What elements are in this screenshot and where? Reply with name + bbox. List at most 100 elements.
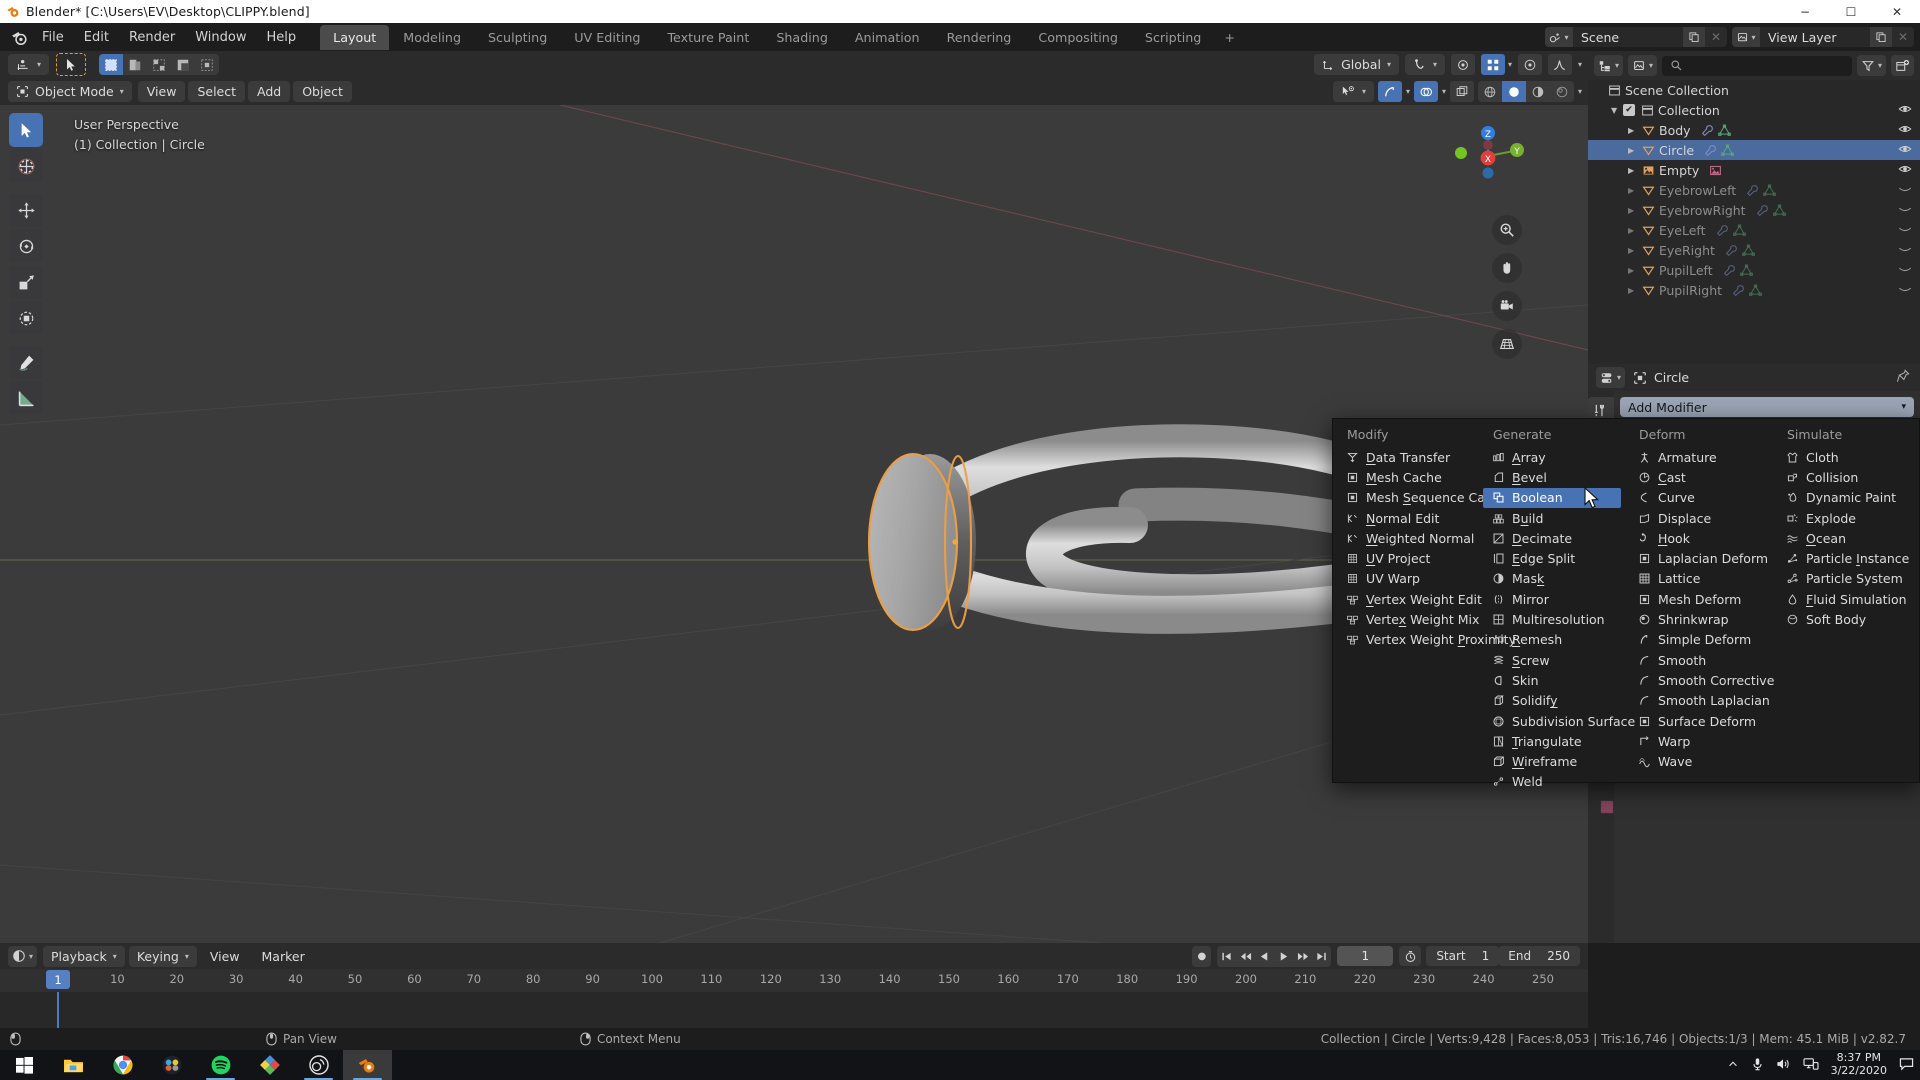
microphone-icon[interactable] bbox=[1751, 1057, 1764, 1074]
modifier-item-warp[interactable]: Warp bbox=[1629, 731, 1769, 751]
workspace-tab-sculpting[interactable]: Sculpting bbox=[475, 25, 560, 50]
outliner-row-circle[interactable]: ▶ Circle bbox=[1588, 140, 1920, 160]
modifier-item-smooth-laplacian[interactable]: Smooth Laplacian bbox=[1629, 691, 1770, 711]
topbar-menu-help[interactable]: Help bbox=[257, 27, 307, 48]
tweak-select-tool[interactable] bbox=[9, 113, 43, 147]
obs-icon[interactable] bbox=[294, 1050, 343, 1080]
volume-icon[interactable] bbox=[1776, 1057, 1791, 1074]
timeline-track-area[interactable] bbox=[0, 992, 1588, 1028]
select-extend-mode[interactable] bbox=[123, 54, 147, 75]
scale-tool[interactable] bbox=[9, 265, 43, 299]
disclosure-triangle-icon[interactable]: ▶ bbox=[1628, 286, 1640, 295]
maximize-button[interactable]: ☐ bbox=[1828, 0, 1874, 23]
select-intersect-mode[interactable] bbox=[195, 54, 219, 75]
disclosure-triangle-icon[interactable]: ▶ bbox=[1628, 226, 1640, 235]
chevron-up-icon[interactable] bbox=[1727, 1058, 1739, 1073]
meshdata-icon[interactable] bbox=[1717, 124, 1731, 137]
tool-settings-dropdown[interactable]: ▾ bbox=[8, 54, 50, 75]
snap-target-icon[interactable] bbox=[1517, 54, 1542, 75]
new-collection-button[interactable] bbox=[1891, 55, 1914, 76]
timeline-menu-keying[interactable]: Keying ▾ bbox=[128, 945, 197, 967]
disclosure-triangle-icon[interactable]: ▶ bbox=[1628, 246, 1640, 255]
timeline-menu-marker[interactable]: Marker bbox=[253, 946, 314, 967]
workspace-tab-texture-paint[interactable]: Texture Paint bbox=[654, 25, 762, 50]
add-modifier-menu[interactable]: Modify Data Transfer Mesh Cache Mesh Sequen… bbox=[1332, 418, 1920, 789]
move-tool[interactable] bbox=[9, 193, 43, 227]
timeline-menu-view[interactable]: View bbox=[201, 946, 249, 967]
workspace-tab-modeling[interactable]: Modeling bbox=[390, 25, 474, 50]
viewport-menu-view[interactable]: View bbox=[137, 81, 186, 102]
wireframe-shading[interactable] bbox=[1478, 81, 1502, 102]
outliner-row-scene-collection[interactable]: Scene Collection bbox=[1588, 80, 1920, 100]
workspace-tab-animation[interactable]: Animation bbox=[842, 25, 933, 50]
rotate-tool[interactable] bbox=[9, 229, 43, 263]
next-keyframe-button[interactable] bbox=[1293, 946, 1312, 967]
record-icon[interactable]: ● bbox=[1192, 946, 1211, 967]
outliner-row-eyebrowleft[interactable]: ▶ EyebrowLeft bbox=[1588, 180, 1920, 200]
modifier-item-edge-split[interactable]: Edge Split bbox=[1483, 548, 1621, 568]
timeline-menu-playback[interactable]: Playback ▾ bbox=[43, 945, 125, 967]
wrench-icon[interactable] bbox=[1723, 264, 1736, 277]
workspace-tab-compositing[interactable]: Compositing bbox=[1025, 25, 1131, 50]
transform-orientation-dropdown[interactable]: Global ▾ bbox=[1314, 54, 1399, 75]
timeline-playhead[interactable]: 1 bbox=[46, 970, 70, 989]
modifier-item-particle-system[interactable]: Particle System bbox=[1777, 569, 1909, 589]
outliner-row-pupilleft[interactable]: ▶ PupilLeft bbox=[1588, 260, 1920, 280]
camera-icon[interactable] bbox=[1492, 291, 1522, 321]
wrench-icon[interactable] bbox=[1756, 204, 1769, 217]
topbar-menu-file[interactable]: File bbox=[32, 27, 74, 48]
outliner-row-pupilright[interactable]: ▶ PupilRight bbox=[1588, 280, 1920, 300]
viewport-menu-object[interactable]: Object bbox=[293, 81, 352, 102]
new-viewlayer-button[interactable] bbox=[1870, 27, 1892, 47]
modifier-item-mask[interactable]: Mask bbox=[1483, 569, 1621, 589]
unlink-scene-button[interactable]: ✕ bbox=[1705, 27, 1727, 47]
grid-icon[interactable] bbox=[1492, 329, 1522, 359]
wrench-icon[interactable] bbox=[1716, 224, 1729, 237]
outliner-row-empty[interactable]: ▶ Empty bbox=[1588, 160, 1920, 180]
modifier-item-multiresolution[interactable]: Multiresolution bbox=[1483, 609, 1621, 629]
use-preview-range-icon[interactable] bbox=[1399, 946, 1422, 966]
outliner-row-eyeright[interactable]: ▶ EyeRight bbox=[1588, 240, 1920, 260]
modifier-item-vertex-weight-proximity[interactable]: Vertex Weight Proximity bbox=[1337, 630, 1516, 650]
annotate-tool[interactable] bbox=[9, 345, 43, 379]
outliner-display-mode-dropdown[interactable]: ▾ bbox=[1628, 55, 1658, 76]
viewlayer-selector[interactable]: ▾ View Layer ✕ bbox=[1732, 27, 1914, 47]
modifier-item-hook[interactable]: Hook bbox=[1629, 528, 1769, 548]
disclosure-triangle-icon[interactable]: ▶ bbox=[1628, 206, 1640, 215]
outliner-editor-type-dropdown[interactable]: ▾ bbox=[1594, 55, 1624, 76]
taskbar-clock[interactable]: 8:37 PM 3/22/2020 bbox=[1831, 1052, 1887, 1077]
blender-icon[interactable] bbox=[343, 1050, 392, 1080]
wrench-icon[interactable] bbox=[1746, 184, 1759, 197]
meshdata-icon[interactable] bbox=[1742, 244, 1755, 257]
meshdata-icon[interactable] bbox=[1772, 204, 1786, 217]
modifier-item-wireframe[interactable]: Wireframe bbox=[1483, 751, 1621, 771]
meshdata-icon[interactable] bbox=[1763, 184, 1776, 197]
paint-net-icon[interactable] bbox=[245, 1050, 294, 1080]
eye-closed-icon[interactable] bbox=[1898, 182, 1912, 199]
timeline-editor-type-dropdown[interactable]: ▾ bbox=[8, 945, 38, 967]
modifier-item-normal-edit[interactable]: Normal Edit bbox=[1337, 508, 1475, 528]
wrench-icon[interactable] bbox=[1704, 144, 1717, 157]
modifier-item-data-transfer[interactable]: Data Transfer bbox=[1337, 447, 1475, 467]
blender-logo-icon[interactable] bbox=[6, 24, 32, 50]
show-overlays-toggle[interactable] bbox=[1413, 81, 1438, 102]
notification-icon[interactable] bbox=[1899, 1057, 1914, 1074]
eye-closed-icon[interactable] bbox=[1898, 282, 1912, 299]
jump-start-button[interactable] bbox=[1217, 946, 1236, 967]
modifier-item-skin[interactable]: Skin bbox=[1483, 670, 1621, 690]
modifier-item-surface-deform[interactable]: Surface Deform bbox=[1629, 711, 1769, 731]
modifier-item-bevel[interactable]: Bevel bbox=[1483, 467, 1621, 487]
modifier-item-triangulate[interactable]: Triangulate bbox=[1483, 731, 1621, 751]
eye-closed-icon[interactable] bbox=[1898, 242, 1912, 259]
modifier-item-uv-project[interactable]: UV Project bbox=[1337, 548, 1475, 568]
meshdata-icon[interactable] bbox=[1732, 224, 1746, 237]
eye-open-icon[interactable] bbox=[1898, 162, 1912, 179]
disclosure-triangle-icon[interactable]: ▶ bbox=[1628, 126, 1640, 135]
modifier-item-weighted-normal[interactable]: Weighted Normal bbox=[1337, 528, 1475, 548]
close-button[interactable]: ✕ bbox=[1874, 0, 1920, 23]
new-scene-button[interactable] bbox=[1683, 27, 1705, 47]
eye-open-icon[interactable] bbox=[1898, 122, 1912, 139]
modifier-item-lattice[interactable]: Lattice bbox=[1629, 569, 1769, 589]
disclosure-triangle-icon[interactable]: ▼ bbox=[1611, 106, 1623, 115]
collection-checkbox[interactable]: ✔ bbox=[1623, 104, 1635, 116]
